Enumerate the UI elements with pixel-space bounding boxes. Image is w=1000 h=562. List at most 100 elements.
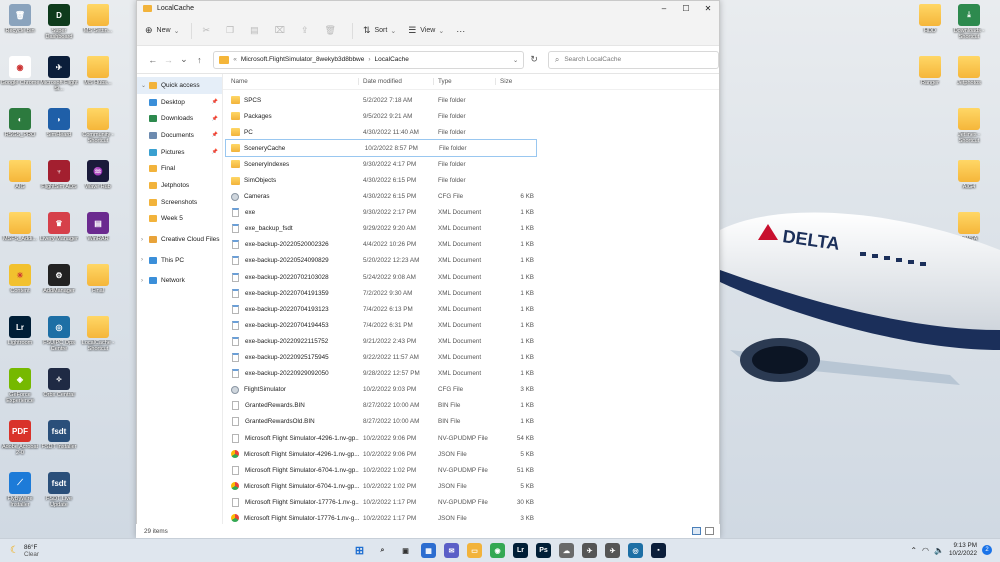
- clock[interactable]: 9:13 PM 10/2/2022: [949, 542, 977, 558]
- file-row[interactable]: exe-backup-20220922115752 9/21/2022 2:43 …: [223, 333, 719, 349]
- desktop-icon[interactable]: MS Hubs...: [78, 56, 118, 86]
- more-options-button[interactable]: ···: [456, 26, 465, 36]
- desktop-icon[interactable]: ◈ GeForce Experience: [0, 368, 40, 404]
- wifi-icon[interactable]: ◠: [922, 546, 929, 555]
- cloud-app-icon[interactable]: ☁: [559, 543, 574, 558]
- recent-chevron-icon[interactable]: ⌄: [176, 54, 192, 65]
- paste-button[interactable]: ▤: [250, 25, 263, 36]
- plane-app-icon[interactable]: ✈: [582, 543, 597, 558]
- new-button[interactable]: ⊕ New ⌄: [145, 25, 179, 36]
- desktop-icon[interactable]: ◗ SimHeard: [39, 108, 79, 138]
- speaker-icon[interactable]: 🔈: [934, 546, 944, 555]
- nav-item-screenshots[interactable]: Screenshots: [137, 194, 222, 211]
- file-row[interactable]: exe-backup-20220929092050 9/28/2022 12:57…: [223, 366, 719, 382]
- chevron-icon[interactable]: ⌄: [141, 82, 149, 89]
- nav-item-network[interactable]: › Network: [137, 273, 222, 290]
- desktop-icon[interactable]: ⤓ Downloads - Shortcut: [949, 4, 989, 40]
- file-row[interactable]: SceneryCache 10/2/2022 8:57 PM File folder: [225, 139, 537, 158]
- close-button[interactable]: ✕: [697, 4, 719, 13]
- tiles-view-icon[interactable]: [705, 527, 714, 535]
- desktop-icon[interactable]: Lr Lightroom: [0, 316, 40, 346]
- desktop-icon[interactable]: Community - Shortcut: [78, 108, 118, 144]
- nav-item-desktop[interactable]: Desktop 📌: [137, 94, 222, 111]
- nav-item-creative-cloud-files[interactable]: › Creative Cloud Files: [137, 231, 222, 248]
- file-row[interactable]: Microsoft Flight Simulator-6704-1.nv-gp.…: [223, 462, 719, 478]
- msfs-icon[interactable]: ▪: [651, 543, 666, 558]
- desktop-icon[interactable]: ✈ Microsoft Flight Si...: [39, 56, 79, 92]
- search-input[interactable]: Search LocalCache: [564, 56, 621, 63]
- file-row[interactable]: Microsoft Flight Simulator-6704-1.nv-gp.…: [223, 478, 719, 494]
- file-row[interactable]: GrantedRewardsOld.BIN 8/27/2022 10:00 AM B…: [223, 414, 719, 430]
- share-button[interactable]: ⇪: [301, 25, 313, 36]
- back-arrow-icon[interactable]: ←: [145, 55, 161, 65]
- desktop-icon[interactable]: ☀ Content: [0, 264, 40, 294]
- desktop-icon[interactable]: Jetphotos: [949, 56, 989, 86]
- file-row[interactable]: exe-backup-20220520002326 4/4/2022 10:26 …: [223, 237, 719, 253]
- file-row[interactable]: exe_backup_fsdt 9/29/2022 9:20 AM XML Docu…: [223, 221, 719, 237]
- view-button[interactable]: ☰ View ⌄: [408, 25, 444, 36]
- search-icon[interactable]: ⌕: [375, 543, 390, 558]
- maximize-button[interactable]: ☐: [675, 4, 697, 13]
- desktop-icon[interactable]: PDF Adobe Acrobat 2-0: [0, 420, 40, 456]
- title-bar[interactable]: LocalCache – ☐ ✕: [137, 1, 719, 16]
- desktop-icon[interactable]: AIG4: [949, 160, 989, 190]
- desktop-icon[interactable]: fsdt FSDT Live Update: [39, 472, 79, 508]
- nav-item-jetphotos[interactable]: Jetphotos: [137, 177, 222, 194]
- rename-button[interactable]: ⌧: [275, 25, 289, 36]
- nav-item-quick-access[interactable]: ⌄ Quick access: [137, 77, 222, 94]
- copy-button[interactable]: ❐: [226, 25, 238, 36]
- file-row[interactable]: SPCS 5/2/2022 7:18 AM File folder: [223, 92, 719, 108]
- details-view-icon[interactable]: [692, 527, 701, 535]
- chrome-icon[interactable]: ◉: [490, 543, 505, 558]
- breadcrumb-overflow[interactable]: «: [233, 56, 237, 63]
- nav-item-downloads[interactable]: Downloads 📌: [137, 110, 222, 127]
- file-row[interactable]: SimObjects 4/30/2022 6:15 PM File folder: [223, 172, 719, 188]
- breadcrumb-item-current[interactable]: LocalCache: [375, 56, 409, 63]
- chevron-icon[interactable]: ›: [141, 257, 149, 263]
- file-row[interactable]: exe-backup-20220704194453 7/4/2022 6:31 P…: [223, 317, 719, 333]
- refresh-icon[interactable]: ↻: [530, 54, 538, 65]
- chat-icon[interactable]: ✉: [444, 543, 459, 558]
- cut-button[interactable]: ✂: [202, 25, 214, 36]
- up-arrow-icon[interactable]: ↑: [192, 55, 208, 65]
- desktop-icon[interactable]: AIG: [0, 160, 40, 190]
- sort-button[interactable]: ⇅ Sort ⌄: [363, 25, 396, 36]
- desktop-icon[interactable]: Ranger: [910, 56, 950, 86]
- chevron-up-icon[interactable]: ⌃: [910, 546, 917, 555]
- file-row[interactable]: exe-backup-20220524090829 5/20/2022 12:23…: [223, 253, 719, 269]
- desktop-icon[interactable]: ♆ FlightSim ADS: [39, 160, 79, 190]
- nav-item-this-pc[interactable]: › This PC: [137, 252, 222, 269]
- breadcrumb-item[interactable]: Microsoft.FlightSimulator_8wekyb3d8bbwe: [241, 56, 365, 63]
- file-row[interactable]: exe-backup-20220925175945 9/22/2022 11:57…: [223, 350, 719, 366]
- nav-item-documents[interactable]: Documents 📌: [137, 127, 222, 144]
- column-header-type[interactable]: Type: [434, 78, 496, 85]
- file-row[interactable]: Microsoft Flight Simulator-4296-1.nv-gp.…: [223, 446, 719, 462]
- photoshop-icon[interactable]: Ps: [536, 543, 551, 558]
- task-view-icon[interactable]: ▣: [398, 543, 413, 558]
- forward-arrow-icon[interactable]: →: [161, 55, 177, 65]
- desktop-icon[interactable]: LocalCache - Shortcut: [78, 316, 118, 352]
- file-row[interactable]: Microsoft Flight Simulator-17776-1.nv-g.…: [223, 494, 719, 510]
- chevron-icon[interactable]: ›: [141, 237, 149, 243]
- widgets-icon[interactable]: ▦: [421, 543, 436, 558]
- desktop-icon[interactable]: 🗑 Recycle Bin: [0, 4, 40, 34]
- nav-item-week-5[interactable]: Week 5: [137, 211, 222, 228]
- desktop-icon[interactable]: MSFS_Addi...: [0, 212, 40, 242]
- desktop-icon[interactable]: ⚙ AddManager: [39, 264, 79, 294]
- file-row[interactable]: Packages 9/5/2022 9:21 AM File folder: [223, 108, 719, 124]
- chevron-down-icon[interactable]: ⌄: [513, 56, 518, 64]
- delete-button[interactable]: 🗑: [325, 25, 340, 36]
- desktop-icon[interactable]: Jetlines - Shortcut: [949, 108, 989, 144]
- file-row[interactable]: SceneryIndexes 9/30/2022 4:17 PM File fold…: [223, 156, 719, 172]
- desktop-icon[interactable]: ◎ FSUIPC Ops Centre: [39, 316, 79, 352]
- file-row[interactable]: GrantedRewards.BIN 8/27/2022 10:00 AM BIN …: [223, 398, 719, 414]
- desktop-icon[interactable]: ♛ Livery Manager: [39, 212, 79, 242]
- file-row[interactable]: exe-backup-20220704191359 7/2/2022 9:30 A…: [223, 285, 719, 301]
- desktop-icon[interactable]: ▤ WinRAR: [78, 212, 118, 242]
- nav-item-pictures[interactable]: Pictures 📌: [137, 144, 222, 161]
- weather-widget[interactable]: ☾ 86°F Clear: [0, 544, 39, 558]
- file-row[interactable]: exe-backup-20220702103028 5/24/2022 9:08 …: [223, 269, 719, 285]
- file-row[interactable]: exe 9/30/2022 2:17 PM XML Document 1 KB: [223, 205, 719, 221]
- file-row[interactable]: FlightSimulator 10/2/2022 9:03 PM CFG File…: [223, 382, 719, 398]
- lightroom-icon[interactable]: Lr: [513, 543, 528, 558]
